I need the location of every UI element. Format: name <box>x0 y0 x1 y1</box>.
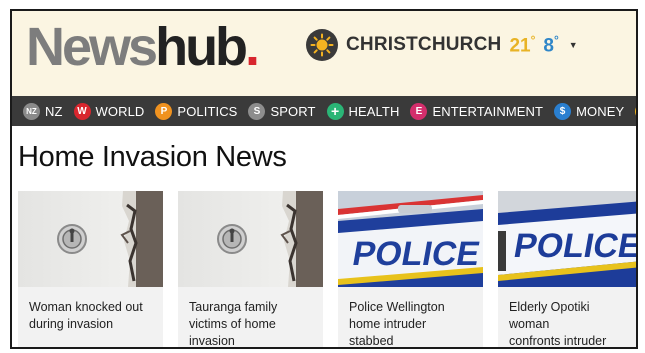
article-title[interactable]: Elderly Opotiki woman confronts intruder <box>498 287 636 347</box>
nav-item-nz[interactable]: NZ NZ <box>23 96 63 126</box>
nav-item-world[interactable]: W WORLD <box>73 96 145 126</box>
nav-item-health[interactable]: + HEALTH <box>326 96 400 126</box>
nav-item-entertainment[interactable]: E ENTERTAINMENT <box>410 96 543 126</box>
nav-label: SPORT <box>270 103 316 119</box>
article-title[interactable]: Police Wellington home intruder stabbed <box>338 287 483 347</box>
sun-icon <box>306 29 338 61</box>
article-title[interactable]: Tauranga family victims of home invasion <box>178 287 323 347</box>
article-card[interactable]: POLICE Police Wellington home intruder s… <box>338 191 483 347</box>
nav-label: MONEY <box>576 103 625 119</box>
article-card[interactable]: POLICE Elderly Opotiki woman confronts i… <box>498 191 638 347</box>
svg-text:POLICE: POLICE <box>350 235 483 273</box>
weather-temp-high: 21° <box>509 32 536 57</box>
article-thumbnail: POLICE <box>338 191 483 287</box>
article-grid: Woman knocked out during invasion Tauran… <box>18 191 638 347</box>
logo-hub: hub <box>155 17 248 77</box>
article-thumbnail: POLICE <box>498 191 638 287</box>
logo-news: News <box>26 17 158 77</box>
page-title: Home Invasion News <box>18 141 287 173</box>
nav-item-sport[interactable]: S SPORT <box>248 96 315 126</box>
article-thumbnail <box>18 191 163 287</box>
svg-text:POLICE: POLICE <box>511 227 638 265</box>
site-header: Newshub. CHRISTCHURCH 21° 8° ▼ <box>12 11 636 96</box>
newshub-logo[interactable]: Newshub. <box>26 17 260 77</box>
health-icon: + <box>326 102 344 120</box>
weather-widget[interactable]: CHRISTCHURCH 21° 8° ▼ <box>306 28 578 62</box>
article-card[interactable]: Woman knocked out during invasion <box>18 191 163 347</box>
section-nav: NZ NZ W WORLD P POLITICS S SPORT + HEALT… <box>12 96 636 126</box>
nav-item-politics[interactable]: P POLITICS <box>155 96 237 126</box>
article-thumbnail <box>178 191 323 287</box>
weather-city: CHRISTCHURCH <box>346 34 502 55</box>
entertainment-icon: E <box>410 102 428 120</box>
logo-dot: . <box>245 17 260 77</box>
nav-label: POLITICS <box>177 103 238 119</box>
nav-label: ENTERTAINMENT <box>432 103 544 119</box>
browser-viewport: Newshub. CHRISTCHURCH 21° 8° ▼ NZ NZ W W… <box>10 9 638 349</box>
nav-label: WORLD <box>95 103 145 119</box>
sport-icon: S <box>248 102 266 120</box>
article-card[interactable]: Tauranga family victims of home invasion <box>178 191 323 347</box>
world-icon: W <box>73 102 91 120</box>
nav-item-money[interactable]: $ MONEY <box>554 96 624 126</box>
article-title[interactable]: Woman knocked out during invasion <box>18 287 163 333</box>
nav-label: NZ <box>45 103 63 119</box>
politics-icon: P <box>155 102 173 120</box>
nav-label: HEALTH <box>348 103 400 119</box>
more-section-icon <box>635 102 636 120</box>
chevron-down-icon[interactable]: ▼ <box>569 40 578 50</box>
weather-temp-low: 8° <box>543 32 559 57</box>
nz-icon: NZ <box>23 102 40 120</box>
nav-item-overflow[interactable] <box>635 96 636 126</box>
money-icon: $ <box>554 102 572 120</box>
